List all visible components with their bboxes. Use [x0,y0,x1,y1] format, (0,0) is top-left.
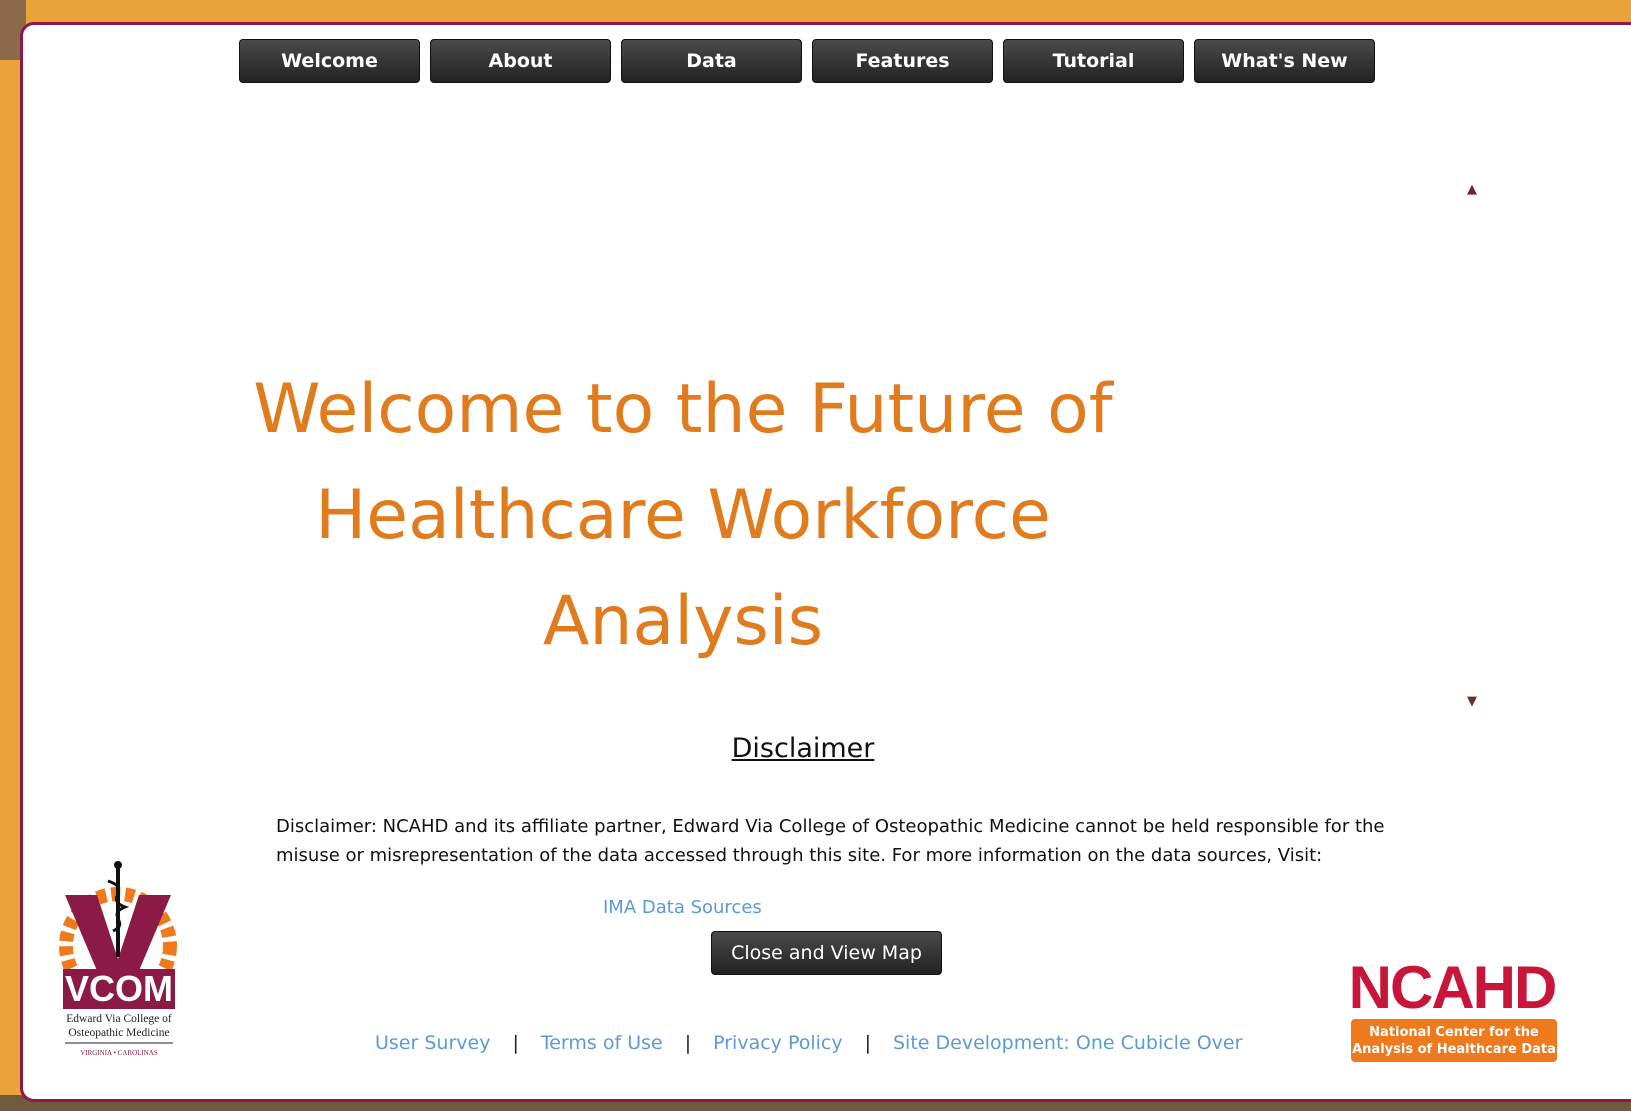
ncahd-tagline-box: National Center for the Analysis of Heal… [1351,1019,1557,1062]
footer-separator: | [684,1032,692,1054]
close-and-view-map-button[interactable]: Close and View Map [711,931,942,975]
nav-features-button[interactable]: Features [812,39,993,83]
ncahd-line1: National Center for the [1369,1025,1539,1040]
top-nav: Welcome About Data Features Tutorial Wha… [23,39,1631,85]
vcom-line1: Edward Via College of [66,1013,172,1025]
vcom-abbr: VCOM [65,968,173,1009]
vcom-logo: VCOM Edward Via College of Osteopathic M… [59,861,177,1057]
footer-separator: | [864,1032,871,1054]
user-survey-link[interactable]: User Survey [375,1032,490,1054]
disclaimer-heading: Disclaimer [731,733,875,764]
privacy-policy-link[interactable]: Privacy Policy [713,1032,842,1054]
vcom-line3: VIRGINIA • CAROLINAS [80,1049,158,1057]
scroll-down-icon[interactable]: ▼ [1464,695,1480,709]
footer-links: User Survey | Terms of Use | Privacy Policy |… [375,1032,1242,1054]
nav-data-button[interactable]: Data [621,39,802,83]
welcome-modal: Welcome About Data Features Tutorial Wha… [20,22,1631,1102]
footer-separator: | [512,1032,519,1054]
disclaimer-text: Disclaimer: NCAHD and its affiliate part… [276,816,1385,866]
nav-about-button[interactable]: About [430,39,611,83]
nav-welcome-button[interactable]: Welcome [239,39,420,83]
nav-whats-new-button[interactable]: What's New [1194,39,1375,83]
ncahd-logo: NCAHD National Center for the Analysis o… [1347,957,1557,1077]
nav-tutorial-button[interactable]: Tutorial [1003,39,1184,83]
ima-data-sources-link[interactable]: IMA Data Sources [603,897,762,918]
site-development-link[interactable]: Site Development: One Cubicle Over [893,1032,1242,1054]
welcome-title: Welcome to the Future of Healthcare Work… [183,357,1183,675]
ncahd-abbr: NCAHD [1348,954,1558,1021]
vcom-line2: Osteopathic Medicine [68,1027,169,1039]
welcome-title-line2: Healthcare Workforce Analysis [315,476,1051,661]
welcome-title-line1: Welcome to the Future of [253,370,1113,449]
ncahd-line2: Analysis of Healthcare Data [1352,1042,1556,1057]
terms-of-use-link[interactable]: Terms of Use [541,1032,663,1054]
scroll-up-icon[interactable]: ▲ [1464,183,1480,197]
